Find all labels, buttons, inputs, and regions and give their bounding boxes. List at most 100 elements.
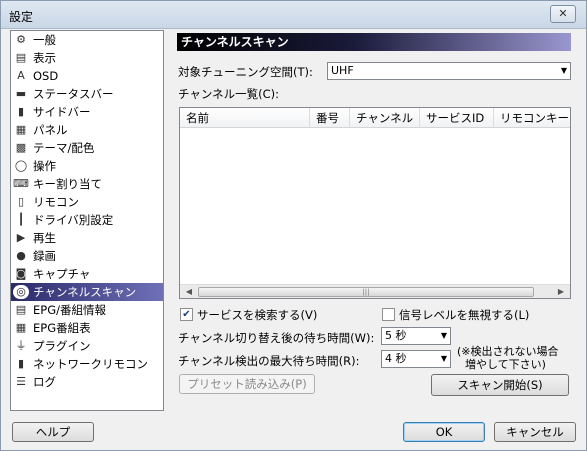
tuning-space-value: UHF [331,64,354,77]
column-remote-key[interactable]: リモコンキー [494,108,570,128]
preset-load-button[interactable]: プリセット読み込み(P) [179,374,315,394]
column-channel[interactable]: チャンネル [350,108,420,128]
sidebar-item-label: ログ [33,375,56,389]
sidebar-item[interactable]: ● 録画 [11,247,163,265]
settings-dialog: 設定 ✕ ⚙ 一般 ▤ 表示 A OSD ▬ ステータスバー ▮ サイドバー ▦ パネル ▩ テーマ/配色… [0,0,587,451]
chevron-down-icon: ▼ [440,331,447,340]
wait-note-line2: 増やして下さい) [465,358,546,371]
keyboard-icon: ⌨ [13,177,29,190]
column-service-id[interactable]: サービスID [420,108,494,128]
log-icon: ☰ [16,375,26,388]
theme-icon: ▩ [15,141,27,154]
sidebar-item-label: 操作 [33,159,56,173]
max-detect-wait-select[interactable]: 4 秒 ▼ [381,350,451,368]
sidebar-item-label: EPG/番組情報 [33,303,106,317]
record-icon: ● [16,249,26,262]
wait-after-switch-select[interactable]: 5 秒 ▼ [381,327,451,345]
chevron-down-icon: ▼ [560,66,567,75]
epg-table-icon: ▦ [15,321,27,334]
sidebar-item[interactable]: ◎ チャンネルスキャン [11,283,163,301]
sidebar-item[interactable]: ▮ ネットワークリモコン [11,355,163,373]
ok-button[interactable]: OK [403,422,485,442]
driver-icon: ┃ [17,213,25,226]
sidebar-item-label: キー割り当て [33,177,102,191]
scan-start-button[interactable]: スキャン開始(S) [431,374,569,396]
scroll-right-icon[interactable]: ▶ [553,285,569,298]
sidebar-item-label: キャプチャ [33,267,91,281]
wait-after-switch-label: チャンネル切り替え後の待ち時間(W): [178,331,375,345]
sidebar-item[interactable]: A OSD [11,67,163,85]
sidebar-item-label: 表示 [33,51,56,65]
sidebar-item-label: テーマ/配色 [33,141,95,155]
osd-icon: A [17,69,25,82]
remote-icon: ▯ [17,195,25,208]
horizontal-scrollbar[interactable]: ◀ ||| ▶ [180,284,570,298]
cancel-button[interactable]: キャンセル [494,422,576,442]
sidebar-item[interactable]: ◯ 操作 [11,157,163,175]
sidebar-item[interactable]: ▮ サイドバー [11,103,163,121]
panel-icon: ▦ [15,123,27,136]
sidebar-item[interactable]: ▤ 表示 [11,49,163,67]
sidebar-item[interactable]: ⏚ プラグイン [11,337,163,355]
sidebar-item-label: パネル [33,123,68,137]
scroll-left-icon[interactable]: ◀ [181,285,197,298]
sidebar-item-label: OSD [33,69,59,83]
wait-after-switch-value: 5 秒 [385,329,407,342]
sidebar-item-label: 一般 [33,33,56,47]
sidebar-item[interactable]: ┃ ドライバ別設定 [11,211,163,229]
sidebar-item-label: リモコン [33,195,79,209]
sidebar-item[interactable]: ▤ EPG/番組情報 [11,301,163,319]
plugin-icon: ⏚ [15,339,27,352]
window-title: 設定 [9,10,34,24]
ignore-signal-checkbox[interactable] [382,308,395,321]
help-button[interactable]: ヘルプ [12,422,94,442]
tuning-space-label: 対象チューニング空間(T): [178,65,313,79]
mouse-icon: ◯ [14,159,28,172]
sidebar-item[interactable]: ☰ ログ [11,373,163,391]
close-button[interactable]: ✕ [550,5,576,23]
epg-info-icon: ▤ [15,303,27,316]
settings-category-list[interactable]: ⚙ 一般 ▤ 表示 A OSD ▬ ステータスバー ▮ サイドバー ▦ パネル ▩ テーマ/配色 ◯ 操作 ⌨ キ… [10,30,164,411]
sidebar-item-label: 録画 [33,249,56,263]
sidebar-item[interactable]: ◙ キャプチャ [11,265,163,283]
search-services-checkbox[interactable]: ✔ [180,308,193,321]
gear-icon: ⚙ [16,33,26,46]
sidebar-item[interactable]: ▦ パネル [11,121,163,139]
scroll-thumb[interactable]: ||| [198,287,534,297]
sidebar-item[interactable]: ⚙ 一般 [11,31,163,49]
display-icon: ▤ [15,51,27,64]
max-detect-wait-label: チャンネル検出の最大待ち時間(R): [178,354,360,368]
sidebar-item[interactable]: ⌨ キー割り当て [11,175,163,193]
channel-list-header: 名前 番号 チャンネル サービスID リモコンキー [180,108,570,128]
page-title: チャンネルスキャン [177,33,571,51]
sidebar-icon: ▮ [17,105,25,118]
search-services-label[interactable]: サービスを検索する(V) [197,307,317,323]
sidebar-item[interactable]: ▩ テーマ/配色 [11,139,163,157]
play-icon: ▶ [16,231,26,244]
close-icon: ✕ [558,7,568,20]
sidebar-item-label: EPG番組表 [33,321,91,335]
scan-icon: ◎ [13,285,29,299]
chevron-down-icon: ▼ [440,354,447,363]
tuning-space-select[interactable]: UHF ▼ [327,62,571,80]
sidebar-item-label: プラグイン [33,339,91,353]
scroll-grip-icon: ||| [362,288,370,296]
statusbar-icon: ▬ [15,87,27,100]
sidebar-item[interactable]: ▶ 再生 [11,229,163,247]
sidebar-item[interactable]: ▯ リモコン [11,193,163,211]
sidebar-item-label: ネットワークリモコン [33,357,148,371]
column-name[interactable]: 名前 [180,108,310,128]
check-icon: ✔ [182,309,191,320]
network-remote-icon: ▮ [17,357,25,370]
sidebar-item-label: チャンネルスキャン [33,285,137,299]
sidebar-item-label: ドライバ別設定 [33,213,114,227]
title-bar: 設定 ✕ [1,1,586,29]
column-number[interactable]: 番号 [310,108,350,128]
max-detect-wait-value: 4 秒 [385,352,407,365]
sidebar-item-label: 再生 [33,231,56,245]
ignore-signal-label[interactable]: 信号レベルを無視する(L) [399,307,529,323]
sidebar-item[interactable]: ▦ EPG番組表 [11,319,163,337]
sidebar-item[interactable]: ▬ ステータスバー [11,85,163,103]
channel-list[interactable]: 名前 番号 チャンネル サービスID リモコンキー ◀ ||| ▶ [179,107,571,299]
channel-list-label: チャンネル一覧(C): [178,87,280,101]
